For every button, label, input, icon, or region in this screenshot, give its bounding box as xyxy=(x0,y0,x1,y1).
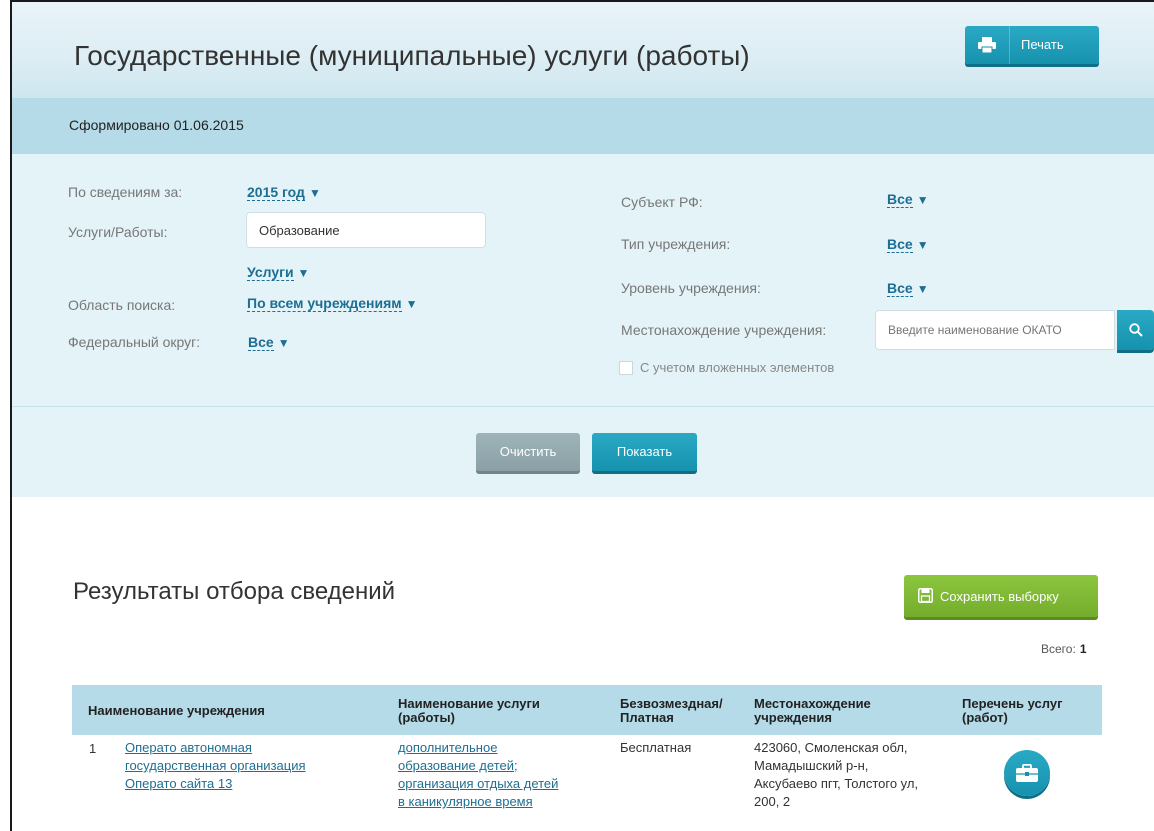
service-line[interactable]: в каникулярное время xyxy=(398,793,558,811)
printer-icon xyxy=(965,26,1010,64)
services-input[interactable] xyxy=(246,212,486,248)
period-label: По сведениям за: xyxy=(68,184,183,200)
results-total: Всего: 1 xyxy=(1041,642,1087,656)
filter-actions: Очистить Показать xyxy=(12,407,1154,497)
fed-district-value: Все xyxy=(248,334,274,351)
institution-link[interactable]: Операто автономная государственная орган… xyxy=(125,739,306,793)
subject-value: Все xyxy=(887,191,913,208)
inst-type-dropdown[interactable]: Все ▼ xyxy=(887,236,929,253)
subject-dropdown[interactable]: Все ▼ xyxy=(887,191,929,208)
location-line: Мамадышский р-н, xyxy=(754,758,869,773)
print-button[interactable]: Печать xyxy=(965,26,1099,64)
generated-bar: Сформировано 01.06.2015 xyxy=(12,98,1154,154)
service-line[interactable]: организация отдыха детей xyxy=(398,775,558,793)
briefcase-icon xyxy=(1016,764,1038,782)
floppy-disk-icon xyxy=(918,588,933,603)
search-area-label: Область поиска: xyxy=(68,297,176,313)
services-type-dropdown[interactable]: Услуги ▼ xyxy=(247,264,310,281)
generated-date: Сформировано 01.06.2015 xyxy=(69,117,244,133)
period-dropdown[interactable]: 2015 год ▼ xyxy=(247,184,321,201)
institution-location: 423060, Смоленская обл, Мамадышский р-н,… xyxy=(754,739,918,811)
chevron-down-icon: ▼ xyxy=(916,193,929,207)
col-location: Местонахождение учреждения xyxy=(754,696,871,725)
results-title: Результаты отбора сведений xyxy=(73,578,396,605)
save-selection-button[interactable]: Сохранить выборку xyxy=(904,575,1098,617)
service-line[interactable]: образование детей; xyxy=(398,757,558,775)
chevron-down-icon: ▼ xyxy=(297,266,310,280)
clear-button[interactable]: Очистить xyxy=(476,433,580,471)
subject-label: Субъект РФ: xyxy=(621,194,703,210)
service-link[interactable]: дополнительное образование детей; органи… xyxy=(398,739,558,811)
col-institution: Наименование учреждения xyxy=(88,703,265,718)
search-area-dropdown[interactable]: По всем учреждениям ▼ xyxy=(247,295,418,312)
page-title: Государственные (муниципальные) услуги (… xyxy=(74,40,750,71)
col-service: Наименование услуги (работы) xyxy=(398,696,540,725)
chevron-down-icon: ▼ xyxy=(916,282,929,296)
inst-type-value: Все xyxy=(887,236,913,253)
row-number: 1 xyxy=(89,741,97,756)
search-area-value: По всем учреждениям xyxy=(247,295,402,312)
nested-elements-checkbox[interactable] xyxy=(619,361,633,375)
fed-district-label: Федеральный округ: xyxy=(68,334,201,350)
inst-level-value: Все xyxy=(887,280,913,297)
services-type-value: Услуги xyxy=(247,264,294,281)
fed-district-dropdown[interactable]: Все ▼ xyxy=(248,334,290,351)
filter-panel: По сведениям за: 2015 год ▼ Услуги/Работы… xyxy=(12,154,1154,407)
nested-elements-label: С учетом вложенных элементов xyxy=(640,360,835,375)
payment-type: Бесплатная xyxy=(620,740,692,755)
location-line: 200, 2 xyxy=(754,794,791,809)
institution-line[interactable]: Операто автономная xyxy=(125,739,306,757)
services-list-button[interactable] xyxy=(1004,750,1050,796)
page: Государственные (муниципальные) услуги (… xyxy=(0,0,1154,831)
chevron-down-icon: ▼ xyxy=(308,186,321,200)
service-line[interactable]: дополнительное xyxy=(398,739,558,757)
services-label: Услуги/Работы: xyxy=(68,224,168,240)
col-services-list: Перечень услуг (работ) xyxy=(962,696,1063,725)
location-label: Местонахождение учреждения: xyxy=(621,322,827,338)
location-line: 423060, Смоленская обл, xyxy=(754,740,908,755)
col-payment: Безвозмездная/ Платная xyxy=(620,696,723,725)
save-selection-label: Сохранить выборку xyxy=(940,589,1059,604)
inst-level-label: Уровень учреждения: xyxy=(621,280,761,296)
results-table-header: Наименование учреждения Наименование усл… xyxy=(72,685,1102,735)
chevron-down-icon: ▼ xyxy=(916,238,929,252)
institution-line[interactable]: государственная организация xyxy=(125,757,306,775)
okato-search-button[interactable] xyxy=(1117,310,1154,350)
chevron-down-icon: ▼ xyxy=(405,297,418,311)
okato-search-input[interactable] xyxy=(875,310,1115,350)
inst-type-label: Тип учреждения: xyxy=(621,236,731,252)
search-icon xyxy=(1128,323,1143,337)
total-label: Всего: xyxy=(1041,642,1076,656)
print-button-label: Печать xyxy=(1021,37,1064,52)
total-value: 1 xyxy=(1079,642,1087,656)
chevron-down-icon: ▼ xyxy=(277,336,290,350)
institution-line[interactable]: Операто сайта 13 xyxy=(125,775,306,793)
show-button[interactable]: Показать xyxy=(592,433,697,471)
location-line: Аксубаево пгт, Толстого ул, xyxy=(754,776,919,791)
inst-level-dropdown[interactable]: Все ▼ xyxy=(887,280,929,297)
period-value: 2015 год xyxy=(247,184,305,201)
